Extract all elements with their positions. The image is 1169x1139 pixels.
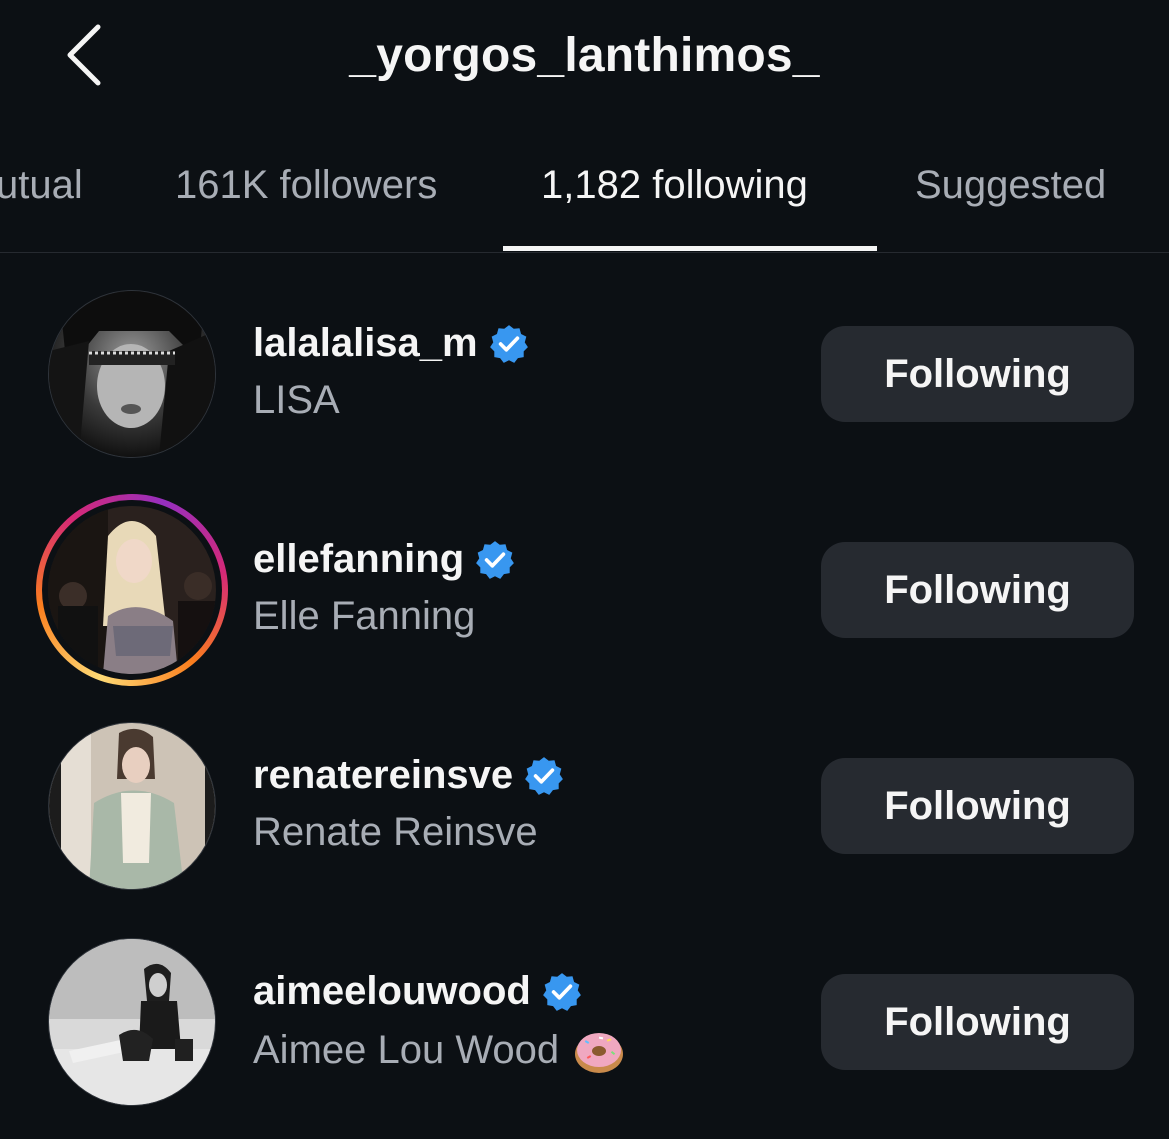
header: _yorgos_lanthimos_ [0, 0, 1169, 115]
avatar[interactable] [48, 938, 216, 1106]
fullname-line: Renate Reinsve [253, 810, 538, 855]
full-name: Aimee Lou Wood [253, 1027, 560, 1072]
username-line: lalalalisa_m [253, 321, 530, 366]
username-line: ellefanning [253, 537, 516, 582]
fullname-line: Aimee Lou Wood [253, 1024, 625, 1076]
avatar-photo [49, 291, 215, 457]
username[interactable]: aimeelouwood [253, 969, 531, 1014]
username[interactable]: renatereinsve [253, 753, 513, 798]
username[interactable]: ellefanning [253, 537, 464, 582]
following-button[interactable]: Following [821, 974, 1134, 1070]
tab-bar: utual 161K followers 1,182 following Sug… [0, 115, 1169, 253]
avatar[interactable] [48, 722, 216, 890]
verified-badge-icon [474, 539, 516, 581]
donut-icon [573, 1024, 625, 1076]
tab-suggested[interactable]: Suggested [915, 163, 1106, 208]
list-item[interactable]: ellefanning Elle Fanning Following [0, 482, 1169, 698]
list-item[interactable]: lalalalisa_m LISA Following [0, 266, 1169, 482]
verified-badge-icon [541, 971, 583, 1013]
avatar[interactable] [36, 494, 228, 686]
tab-following[interactable]: 1,182 following [541, 163, 808, 208]
following-button[interactable]: Following [821, 758, 1134, 854]
following-button[interactable]: Following [821, 542, 1134, 638]
tab-mutual[interactable]: utual [0, 163, 83, 208]
avatar[interactable] [48, 290, 216, 458]
username-line: aimeelouwood [253, 969, 583, 1014]
page-title: _yorgos_lanthimos_ [349, 29, 820, 82]
avatar-photo [49, 723, 215, 889]
avatar-photo [48, 506, 216, 674]
tab-followers[interactable]: 161K followers [175, 163, 437, 208]
fullname-line: LISA [253, 378, 340, 423]
full-name: Renate Reinsve [253, 810, 538, 854]
verified-badge-icon [523, 755, 565, 797]
fullname-line: Elle Fanning [253, 594, 475, 639]
username-line: renatereinsve [253, 753, 565, 798]
active-tab-indicator [503, 246, 877, 251]
full-name: Elle Fanning [253, 594, 476, 638]
list-item[interactable]: renatereinsve Renate Reinsve Following [0, 698, 1169, 914]
username[interactable]: lalalalisa_m [253, 321, 478, 366]
following-button[interactable]: Following [821, 326, 1134, 422]
avatar-photo [49, 939, 215, 1105]
verified-badge-icon [488, 323, 530, 365]
list-item[interactable]: aimeelouwood Aimee Lou Wood Following [0, 914, 1169, 1130]
full-name: LISA [253, 378, 340, 422]
